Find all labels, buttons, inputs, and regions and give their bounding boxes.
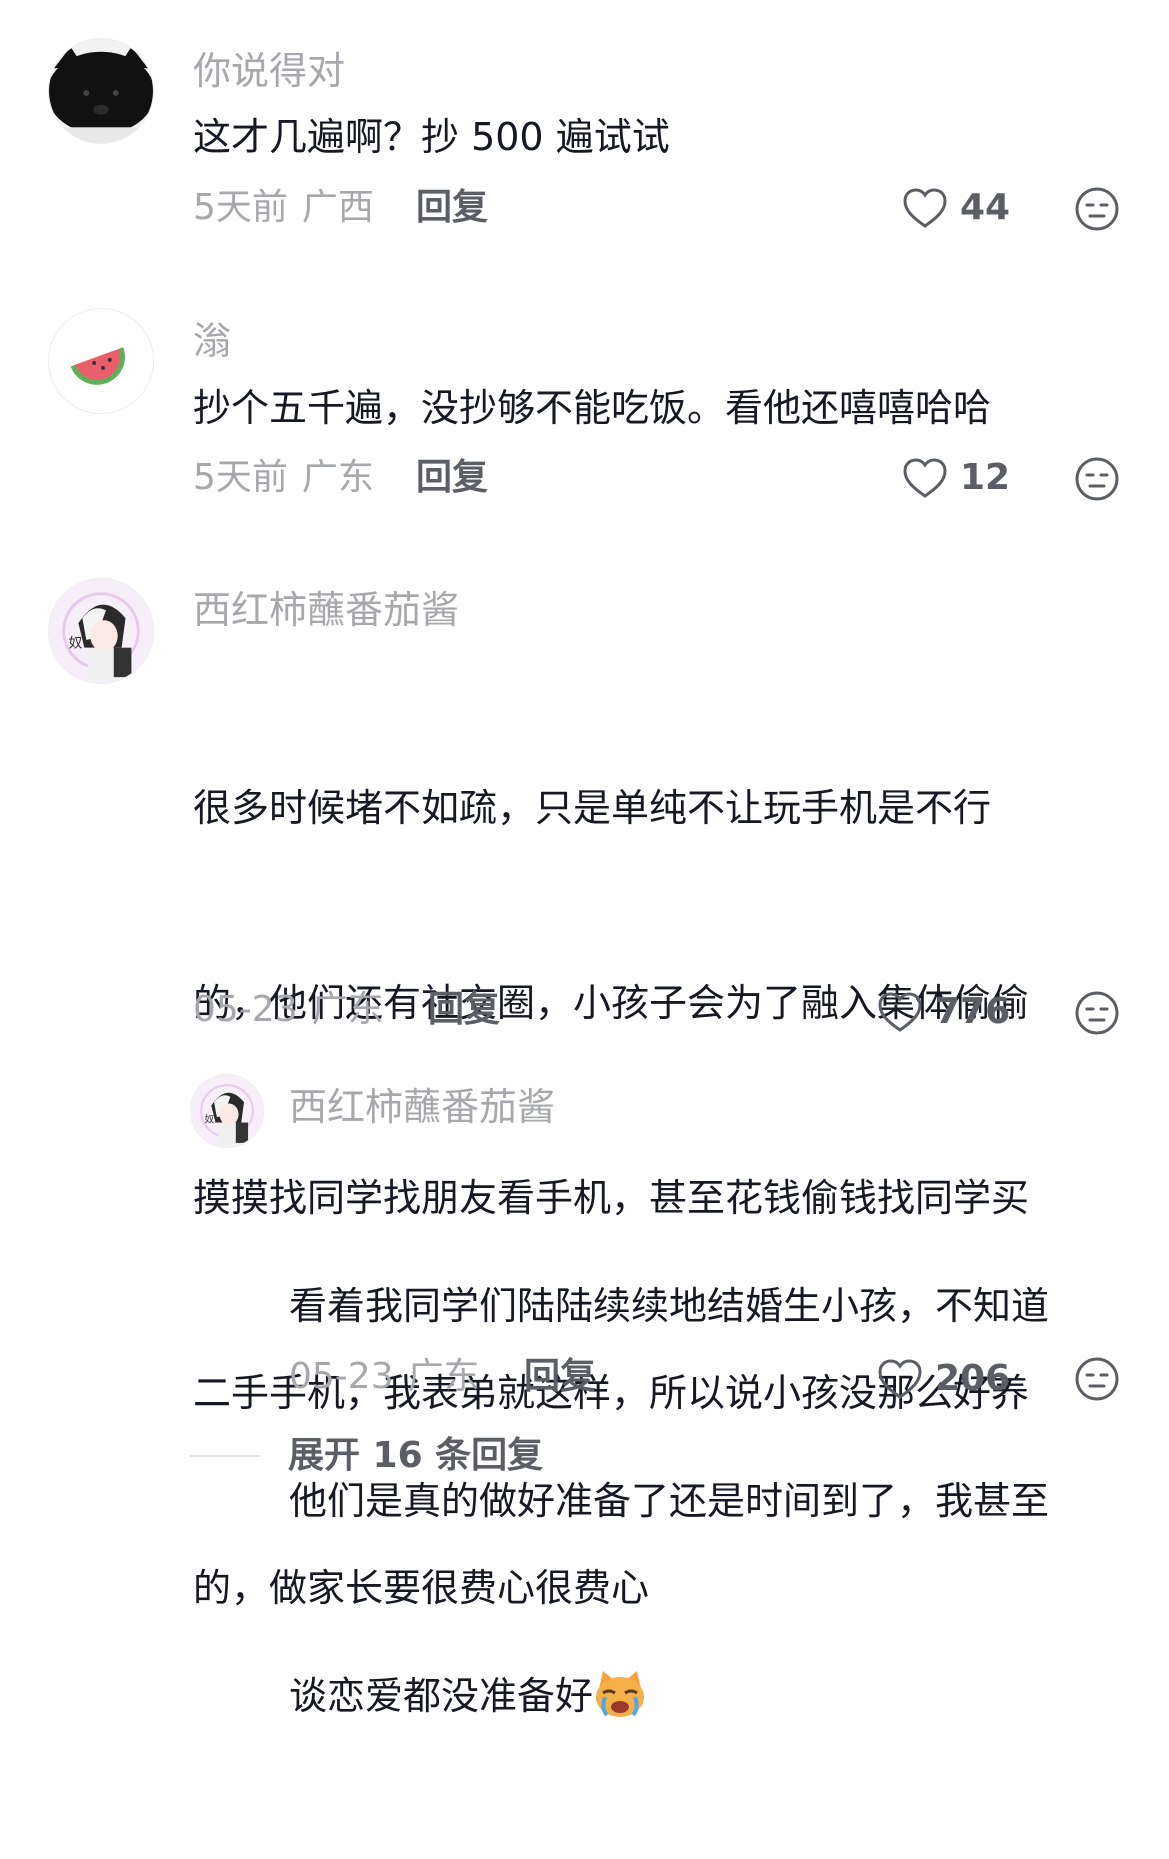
comment-meta: 5天前 广西 (193, 190, 374, 226)
timestamp: 05-23 (193, 989, 298, 1030)
like-count: 776 (935, 991, 1011, 1032)
anime-character-avatar-icon: 奴 (49, 579, 153, 683)
watermelon-avatar-icon (49, 309, 153, 413)
comment-text: 抄个五千遍，没抄够不能吃饭。看他还嘻嘻哈哈 (193, 386, 992, 430)
avatar[interactable] (48, 308, 154, 414)
comment-text-line: 很多时候堵不如疏，只是单纯不让玩手机是不行 (193, 786, 992, 830)
like-button[interactable]: 206 (877, 1358, 1010, 1400)
avatar[interactable] (48, 38, 154, 144)
avatar[interactable]: 奴 (190, 1074, 264, 1148)
divider (190, 1455, 260, 1457)
timestamp: 05-23 (289, 1356, 394, 1397)
avatar[interactable]: 奴 (48, 578, 154, 684)
comment-1: 你说得对 这才几遍啊？抄 500 遍试试 5天前 广西 回复 44 (0, 0, 1169, 260)
dislike-button[interactable] (1074, 990, 1120, 1036)
neutral-face-icon (1075, 187, 1119, 231)
reply-text-segment: 谈恋爱都没准备好 (289, 1674, 594, 1718)
reply-button[interactable]: 回复 (416, 190, 488, 226)
reply-button[interactable]: 回复 (524, 1359, 596, 1395)
dislike-button[interactable] (1074, 186, 1120, 232)
black-cat-avatar-icon (49, 39, 153, 143)
reply-button[interactable]: 回复 (416, 460, 488, 496)
location: 广东 (311, 989, 384, 1030)
like-count: 44 (960, 187, 1011, 228)
heart-icon (878, 1359, 922, 1399)
expand-replies-label: 展开 16 条回复 (288, 1435, 544, 1476)
username[interactable]: 西红柿蘸番茄酱 (193, 591, 459, 629)
like-count: 206 (935, 1358, 1011, 1399)
location: 广西 (301, 187, 374, 228)
comment-meta: 5天前 广东 (193, 460, 374, 496)
neutral-face-icon (1075, 991, 1119, 1035)
like-count: 12 (960, 457, 1011, 498)
username[interactable]: 你说得对 (193, 52, 345, 90)
comment-meta: 05-23 广东 (193, 992, 384, 1028)
neutral-face-icon (1075, 457, 1119, 501)
location: 广东 (301, 457, 374, 498)
like-button[interactable]: 12 (902, 457, 1010, 499)
heart-icon (903, 188, 947, 228)
like-button[interactable]: 776 (877, 991, 1010, 1033)
reply-text-line: 他们是真的做好准备了还是时间到了，我甚至 (289, 1479, 1050, 1523)
expand-replies-button[interactable]: 展开 16 条回复 (190, 1438, 543, 1474)
reply-button[interactable]: 回复 (428, 992, 500, 1028)
like-button[interactable]: 44 (902, 187, 1010, 229)
location: 广东 (407, 1356, 480, 1397)
reply-text-line: 谈恋爱都没准备好 (289, 1664, 1049, 1729)
username[interactable]: 滃 (193, 322, 231, 360)
svg-text:奴: 奴 (69, 635, 83, 652)
reply-text: 看着我同学们陆陆续续地结婚生小孩，不知道 他们是真的做好准备了还是时间到了，我甚… (289, 1144, 1049, 1859)
timestamp: 5天前 (193, 187, 288, 228)
heart-icon (903, 458, 947, 498)
username[interactable]: 西红柿蘸番茄酱 (289, 1088, 555, 1126)
svg-text:奴: 奴 (205, 1114, 215, 1126)
crying-cat-emoji-icon (596, 1671, 645, 1717)
comment-text: 这才几遍啊？抄 500 遍试试 (193, 115, 670, 159)
reply-meta: 05-23 广东 (289, 1359, 480, 1395)
dislike-button[interactable] (1074, 456, 1120, 502)
heart-icon (878, 992, 922, 1032)
timestamp: 5天前 (193, 457, 288, 498)
dislike-button[interactable] (1074, 1356, 1120, 1402)
reply-text-line: 看着我同学们陆陆续续地结婚生小孩，不知道 (289, 1284, 1050, 1328)
neutral-face-icon (1075, 1357, 1119, 1401)
anime-character-avatar-icon: 奴 (191, 1075, 263, 1147)
